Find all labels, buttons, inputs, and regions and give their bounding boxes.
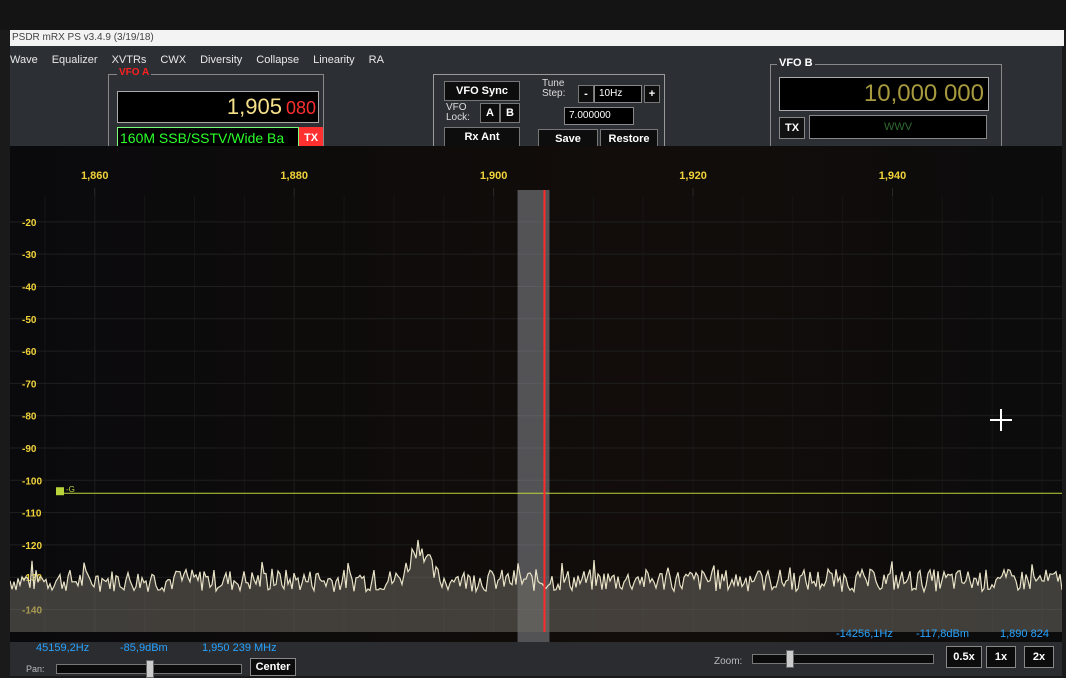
zoom-label: Zoom: [714,656,743,667]
vfo-sync-button[interactable]: VFO Sync [444,81,520,101]
menu-equalizer[interactable]: Equalizer [52,54,98,66]
db-tick-label: -50 [22,315,37,326]
vfo-a-freq-sub: 080 [285,98,316,118]
freq-tick-label: 1,940 [879,170,907,182]
vfo-a-freq-main: 1,905 [226,94,282,119]
vfo-b-group: VFO B 10,000 000 TX WWV [770,57,1002,148]
window-title: PSDR mRX PS v3.4.9 (3/19/18) [10,30,1064,46]
spectrum-display[interactable]: 1,860 1,880 1,900 1,920 1,940 -20 -30 -40 -50 -60… [9,146,1063,642]
db-tick-label: -80 [22,412,37,423]
db-tick-label: -120 [22,541,42,552]
db-tick-label: -30 [22,250,37,261]
zoom-1x-button[interactable]: 1x [986,646,1016,668]
freq-tick-label: 1,860 [81,170,109,182]
menu-diversity[interactable]: Diversity [200,54,242,66]
vfo-lock-a-button[interactable]: A [480,103,500,123]
vfo-b-label: VFO B [777,57,815,69]
vfo-b-frequency[interactable]: 10,000 000 [779,77,989,111]
tune-step-label: Tune Step: [542,78,566,99]
db-tick-label: -100 [22,476,42,487]
db-tick-label: -90 [22,444,37,455]
freq-tick-label: 1,880 [280,170,308,182]
tune-step-select[interactable]: 10Hz [594,85,642,103]
cursor-dbm-left: -85,9dBm [120,642,168,654]
cursor-mhz-right: 1,890 824 [1000,628,1049,640]
db-tick-label: -70 [22,379,37,390]
vfo-b-tx-button[interactable]: TX [779,117,805,139]
squelch-handle [56,487,64,496]
control-panel: Wave Equalizer XVTRs CWX Diversity Colla… [10,46,1062,160]
menu-xvtrs[interactable]: XVTRs [112,54,147,66]
vfo-lock-b-button[interactable]: B [500,103,520,123]
panadapter[interactable]: 1,860 1,880 1,900 1,920 1,940 -20 -30 -40 -50 -60… [9,146,1063,642]
vfo-a-frequency[interactable]: 1,905 080 [117,91,319,123]
vfo-b-band-mode[interactable]: WWV [809,115,987,139]
menu-collapse[interactable]: Collapse [256,54,299,66]
db-tick-label: -110 [22,509,42,520]
rx-ant-button[interactable]: Rx Ant [444,127,520,147]
db-tick-label: -40 [22,282,37,293]
cursor-offset-right: -14256,1Hz [836,628,893,640]
frequency-input[interactable]: 7.000000 [564,107,634,125]
menu-ra[interactable]: RA [369,54,384,66]
bottom-bar: 45159,2Hz -85,9dBm 1,950 239 MHz -14256,… [10,628,1062,678]
menu-linearity[interactable]: Linearity [313,54,355,66]
vfo-controls-group: VFO Sync VFO Lock: A B Rx Ant Tune Step:… [433,74,665,154]
zoom-2x-button[interactable]: 2x [1024,646,1054,668]
step-increase-button[interactable]: + [644,85,660,103]
zoom-half-button[interactable]: 0.5x [946,646,982,668]
db-tick-label: -20 [22,218,37,229]
menu-wave[interactable]: Wave [10,54,38,66]
cursor-dbm-right: -117,8dBm [916,628,969,640]
zoom-slider-thumb[interactable] [786,650,794,668]
pan-label: Pan: [26,664,45,674]
freq-tick-label: 1,920 [679,170,707,182]
menu-bar: Wave Equalizer XVTRs CWX Diversity Colla… [10,54,384,66]
squelch-label: -G [66,485,75,494]
db-tick-label: -60 [22,347,37,358]
freq-tick-label: 1,900 [480,170,508,182]
center-button[interactable]: Center [250,658,296,676]
vfo-lock-label: VFO Lock: [446,102,470,123]
zoom-slider[interactable] [752,654,934,664]
step-decrease-button[interactable]: - [578,85,594,103]
menu-cwx[interactable]: CWX [160,54,186,66]
pan-slider-thumb[interactable] [146,660,154,678]
cursor-mhz-left: 1,950 239 MHz [202,642,277,654]
cursor-offset-left: 45159,2Hz [36,642,90,654]
vfo-a-label: VFO A [117,67,152,78]
screen-bezel [0,0,1066,30]
